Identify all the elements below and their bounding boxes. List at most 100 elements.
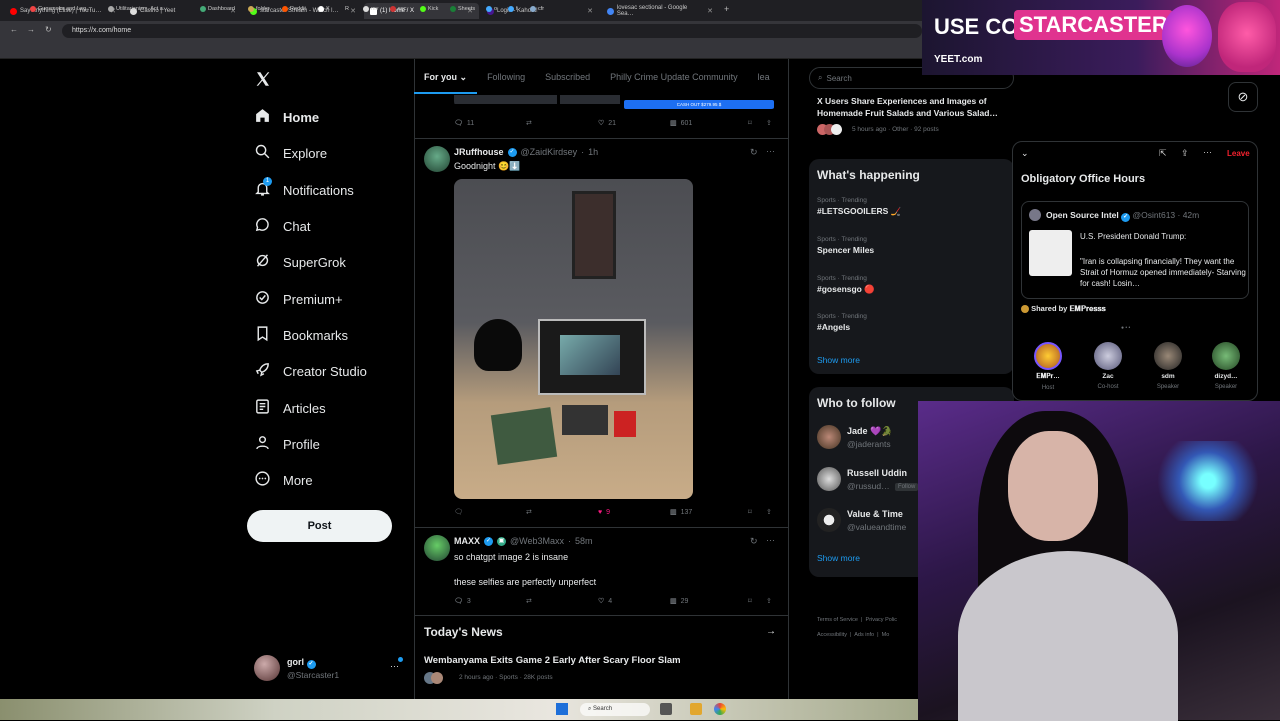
minimize-icon[interactable]: ⇱ bbox=[1159, 148, 1167, 159]
close-icon[interactable]: ✕ bbox=[707, 7, 713, 15]
avatar[interactable] bbox=[424, 146, 450, 172]
trend-item[interactable]: Sports · Trending Spencer Miles bbox=[817, 236, 874, 255]
bookmark-item[interactable]: X bbox=[318, 6, 330, 12]
trend-item[interactable]: Sports · Trending #Angels bbox=[817, 313, 867, 332]
more-icon[interactable]: ··· bbox=[766, 146, 775, 156]
sidebar-item-creator-studio[interactable]: Creator Studio bbox=[254, 361, 367, 381]
share-icon[interactable]: ⇪ bbox=[766, 119, 772, 127]
footer-link[interactable]: Privacy Polic bbox=[866, 617, 897, 623]
tab-following[interactable]: Following bbox=[477, 62, 535, 94]
avatar[interactable] bbox=[424, 535, 450, 561]
reply-icon[interactable]: 🗨 bbox=[454, 508, 526, 516]
trend-item[interactable]: Sports · Trending #gosensgo 🔴 bbox=[817, 275, 875, 295]
repost-icon[interactable]: ⇄ bbox=[526, 119, 598, 127]
bookmark-icon[interactable]: ⌑ bbox=[748, 119, 766, 127]
tab-overflow[interactable]: lea bbox=[748, 62, 780, 94]
story-title[interactable]: X Users Share Experiences and Images of … bbox=[817, 95, 1012, 119]
grok-icon[interactable]: ↻ bbox=[750, 536, 758, 547]
author-handle[interactable]: @ZaidKirdsey bbox=[521, 147, 578, 157]
footer-link[interactable]: Terms of Service bbox=[817, 617, 858, 623]
sidebar-item-supergrok[interactable]: SuperGrok bbox=[254, 252, 346, 272]
previous-tweet-media[interactable]: CASH OUT $279.95 $ bbox=[454, 95, 779, 109]
grok-icon[interactable]: ⊘ bbox=[1228, 82, 1258, 112]
close-icon[interactable]: ✕ bbox=[350, 7, 356, 15]
trend-item[interactable]: Sports · Trending #LETSGOOILERS 🏒 bbox=[817, 197, 901, 217]
sidebar-item-chat[interactable]: Chat bbox=[254, 216, 310, 236]
pinned-post[interactable]: Open Source Intel ✓ @Osint613 · 42m U.S.… bbox=[1021, 201, 1249, 299]
chevron-down-icon[interactable]: ⌄ bbox=[1021, 148, 1029, 159]
arrow-right-icon[interactable]: → bbox=[766, 626, 776, 637]
more-icon[interactable]: ··· bbox=[766, 535, 775, 545]
browser-tab[interactable]: lovesac sectional - Google Sea… ✕ bbox=[601, 3, 719, 19]
tweet-photo[interactable] bbox=[454, 179, 693, 499]
footer-link[interactable]: Mo bbox=[882, 632, 890, 638]
author-handle[interactable]: @Web3Maxx bbox=[510, 536, 564, 546]
bookmark-item[interactable]: Dashboard bbox=[200, 6, 235, 12]
speaker[interactable]: dizyd… Speaker bbox=[1197, 342, 1255, 390]
windows-start-icon[interactable] bbox=[556, 703, 568, 715]
taskbar-search[interactable]: ⌕ Search bbox=[580, 703, 650, 716]
share-icon[interactable]: ⇪ bbox=[766, 508, 772, 516]
author-name[interactable]: MAXX bbox=[454, 536, 480, 546]
new-tab-icon[interactable]: + bbox=[724, 4, 729, 14]
bookmark-item[interactable]: Utilitarianism, Act a… bbox=[108, 6, 168, 12]
show-more-link[interactable]: Show more bbox=[817, 355, 860, 365]
show-more-link[interactable]: Show more bbox=[817, 553, 860, 563]
share-icon[interactable]: ⇪ bbox=[766, 597, 772, 605]
bookmark-item[interactable]: sec bbox=[390, 6, 407, 12]
views-button[interactable]: ▥ 137 bbox=[670, 508, 748, 517]
file-explorer-icon[interactable] bbox=[690, 703, 702, 715]
bookmark-item[interactable]: Reddit bbox=[282, 6, 306, 12]
sidebar-item-explore[interactable]: Explore bbox=[254, 143, 327, 163]
bookmark-icon[interactable]: ⌑ bbox=[748, 597, 766, 605]
grok-icon[interactable]: ↻ bbox=[750, 147, 758, 158]
sidebar-item-more[interactable]: More bbox=[254, 470, 313, 490]
like-button[interactable]: ♡ 21 bbox=[598, 119, 670, 128]
repost-icon[interactable]: ⇄ bbox=[526, 508, 598, 516]
author-name[interactable]: JRuffhouse bbox=[454, 147, 504, 157]
bookmark-item[interactable]: f bbox=[508, 6, 518, 12]
views-button[interactable]: ▥ 601 bbox=[670, 119, 748, 128]
views-button[interactable]: ▥ 29 bbox=[670, 597, 748, 606]
like-button[interactable]: ♡ 4 bbox=[598, 597, 670, 606]
sidebar-item-premium[interactable]: Premium+ bbox=[254, 289, 343, 309]
more-icon[interactable]: ··· bbox=[1203, 147, 1212, 157]
repost-icon[interactable]: ⇄ bbox=[526, 597, 598, 605]
tweet-time[interactable]: 58m bbox=[575, 536, 593, 546]
forward-icon[interactable]: → bbox=[27, 25, 35, 34]
bookmark-icon[interactable]: ⌑ bbox=[748, 508, 766, 516]
tab-community[interactable]: Philly Crime Update Community bbox=[600, 62, 748, 94]
close-icon[interactable]: ✕ bbox=[587, 7, 593, 15]
news-title[interactable]: Wembanyama Exits Game 2 Early After Scar… bbox=[424, 655, 681, 666]
leave-button[interactable]: Leave bbox=[1227, 149, 1250, 158]
bookmark-item[interactable]: R bbox=[345, 6, 349, 12]
bookmark-item[interactable]: Sheets bbox=[450, 6, 475, 12]
footer-link[interactable]: Ads info bbox=[854, 632, 874, 638]
bookmark-item[interactable]: cfr bbox=[530, 6, 544, 12]
back-icon[interactable]: ← bbox=[10, 25, 18, 34]
url-field[interactable]: https://x.com/home bbox=[62, 24, 922, 38]
ellipsis-icon[interactable]: ··· bbox=[390, 661, 399, 671]
reply-button[interactable]: 🗨 3 bbox=[454, 597, 526, 606]
sidebar-item-notifications[interactable]: 1 Notifications bbox=[254, 177, 354, 200]
post-button[interactable]: Post bbox=[247, 510, 392, 542]
speaker-host[interactable]: 𝐄𝐌𝐏𝐫… Host bbox=[1019, 342, 1077, 391]
bookmark-item[interactable]: mv bbox=[363, 6, 378, 12]
share-icon[interactable]: ⇪ bbox=[1181, 148, 1189, 159]
sidebar-item-articles[interactable]: Articles bbox=[254, 398, 326, 418]
bookmark-item[interactable]: folder bbox=[248, 6, 270, 12]
chrome-icon[interactable] bbox=[714, 703, 726, 715]
footer-link[interactable]: Accessibility bbox=[817, 632, 847, 638]
reply-button[interactable]: 🗨 11 bbox=[454, 119, 526, 128]
tab-subscribed[interactable]: Subscribed bbox=[535, 62, 600, 94]
sidebar-item-profile[interactable]: Profile bbox=[254, 434, 320, 454]
account-switcher[interactable]: gorl ✓ @Starcaster1 ··· bbox=[254, 655, 404, 683]
sidebar-item-bookmarks[interactable]: Bookmarks bbox=[254, 325, 348, 345]
bookmark-item[interactable]: Kick bbox=[420, 6, 438, 12]
like-button[interactable]: ♥ 9 bbox=[598, 508, 670, 516]
bookmark-item[interactable]: Gunsmoke and Leg… bbox=[30, 6, 92, 12]
task-view-icon[interactable] bbox=[660, 703, 672, 715]
tweet-time[interactable]: 1h bbox=[588, 147, 598, 157]
bookmark-item[interactable]: o bbox=[486, 6, 497, 12]
speaker-cohost[interactable]: Zac Co-host bbox=[1079, 342, 1137, 390]
